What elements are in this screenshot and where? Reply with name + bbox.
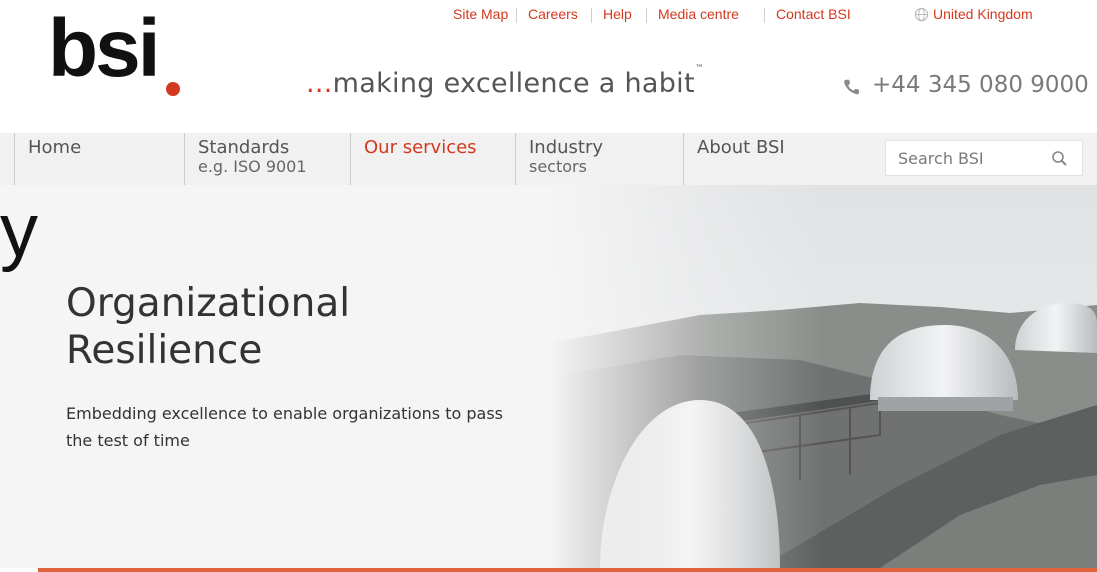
nav-label: Standards xyxy=(198,137,290,158)
media-centre-link[interactable]: Media centre xyxy=(658,6,739,22)
divider xyxy=(516,8,517,23)
contact-bsi-link[interactable]: Contact BSI xyxy=(776,6,851,22)
nav-our-services[interactable]: Our services xyxy=(350,133,515,185)
cropped-letter: y xyxy=(0,188,38,273)
tagline-text: making excellence a habit xyxy=(332,68,695,99)
utility-links: Site Map Careers Help Media centre Conta… xyxy=(0,6,1097,28)
hero-banner xyxy=(0,185,1097,568)
site-map-link[interactable]: Site Map xyxy=(453,6,508,22)
hero-image xyxy=(0,185,1097,568)
nav-label: Our services xyxy=(364,137,477,158)
nav-home[interactable]: Home xyxy=(14,133,184,185)
divider xyxy=(646,8,647,23)
divider xyxy=(591,8,592,23)
divider xyxy=(764,8,765,23)
nav-label: About BSI xyxy=(697,137,785,158)
careers-link[interactable]: Careers xyxy=(528,6,578,22)
hero-title-line: Organizational xyxy=(66,281,351,326)
phone-number[interactable]: +44 345 080 9000 xyxy=(872,72,1089,98)
nav-label: Industry xyxy=(529,137,604,158)
nav-sublabel: e.g. ISO 9001 xyxy=(198,157,307,176)
search-box xyxy=(885,140,1083,176)
search-input[interactable] xyxy=(886,141,1048,175)
nav-industry-sectors[interactable]: Industry sectors xyxy=(515,133,683,185)
globe-icon xyxy=(914,7,929,22)
nav-sublabel: sectors xyxy=(529,157,587,176)
hero-description: Embedding excellence to enable organizat… xyxy=(66,404,503,450)
hero-title-line: Resilience xyxy=(66,328,263,373)
search-icon[interactable] xyxy=(1050,149,1070,169)
region-selector[interactable]: United Kingdom xyxy=(933,6,1033,22)
logo-dot xyxy=(166,82,180,96)
trademark: ™ xyxy=(694,64,705,74)
tagline: ...making excellence a habit™ xyxy=(306,64,704,99)
nav-standards[interactable]: Standards e.g. ISO 9001 xyxy=(184,133,350,185)
hero-title: Organizational Resilience xyxy=(66,280,350,374)
tagline-ellipsis: ... xyxy=(306,68,333,99)
nav-about-bsi[interactable]: About BSI xyxy=(683,133,873,185)
phone-icon xyxy=(844,79,860,95)
bsi-logo[interactable]: bsi xyxy=(48,8,160,90)
help-link[interactable]: Help xyxy=(603,6,632,22)
nav-label: Home xyxy=(28,137,82,158)
hero-underline xyxy=(38,568,1097,572)
